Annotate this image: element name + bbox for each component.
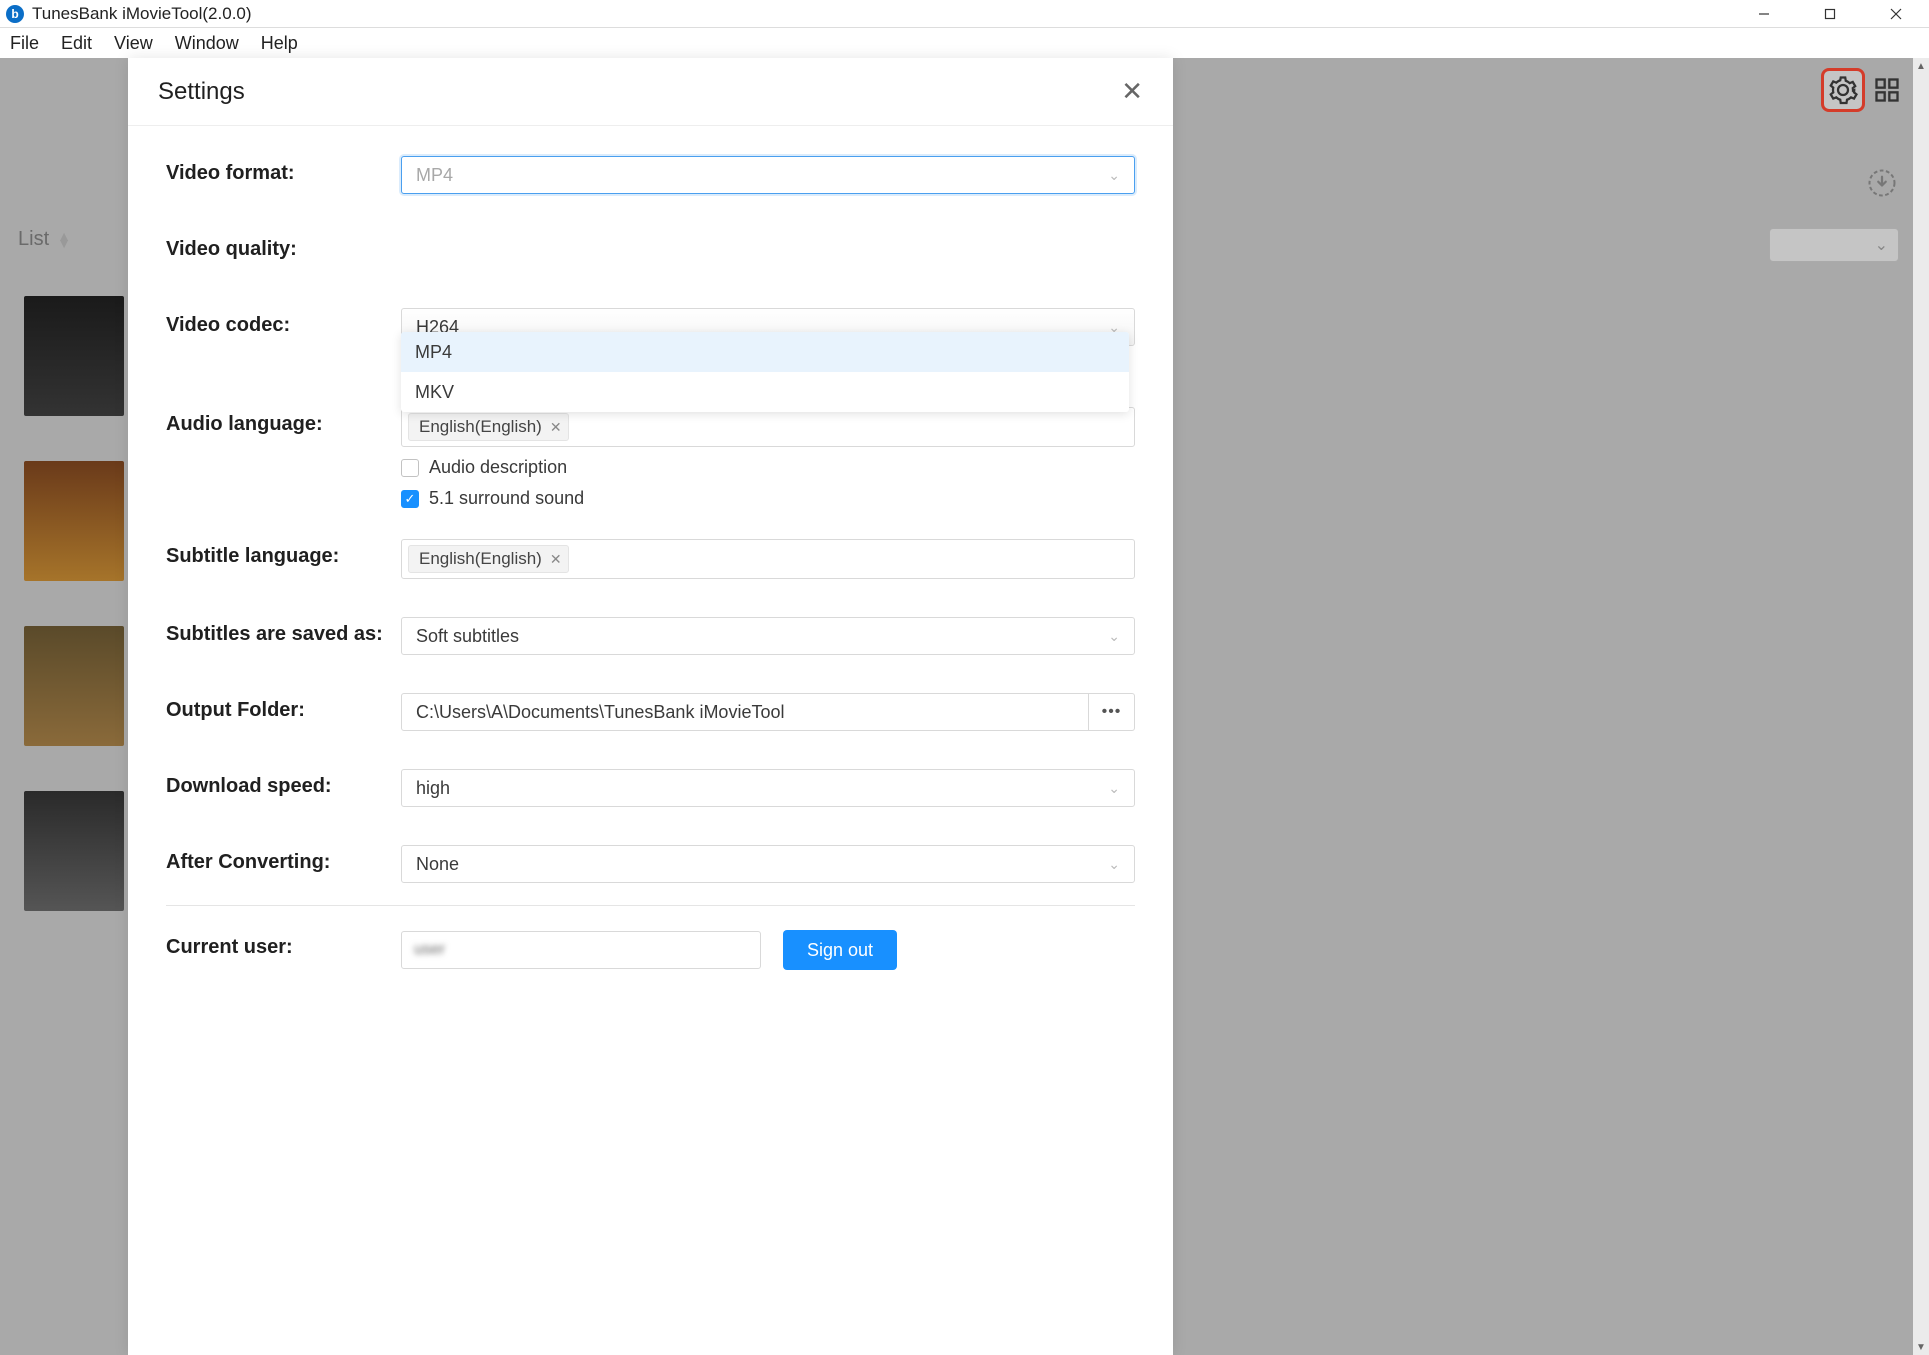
video-format-select[interactable]: MP4 ⌄	[401, 156, 1135, 194]
menu-help[interactable]: Help	[261, 33, 298, 54]
gear-icon	[1828, 75, 1858, 105]
maximize-button[interactable]	[1797, 0, 1863, 28]
sort-icon: ▲▼	[57, 233, 71, 247]
remove-tag-icon[interactable]: ✕	[550, 419, 562, 436]
label-video-codec: Video codec:	[166, 308, 401, 337]
sign-out-button[interactable]: Sign out	[783, 930, 897, 970]
video-thumbnails	[24, 296, 124, 911]
settings-close-button[interactable]: ✕	[1121, 76, 1143, 107]
after-converting-value: None	[416, 854, 459, 875]
video-format-value: MP4	[416, 165, 453, 186]
ellipsis-icon: •••	[1102, 703, 1122, 721]
settings-gear-button[interactable]	[1821, 68, 1865, 112]
grid-icon	[1873, 76, 1901, 104]
menubar: File Edit View Window Help	[0, 28, 1929, 58]
chevron-down-icon: ⌄	[1108, 780, 1120, 797]
video-format-option-mkv[interactable]: MKV	[401, 372, 1129, 412]
settings-header: Settings ✕	[128, 58, 1173, 126]
minimize-icon	[1758, 8, 1770, 20]
grid-view-button[interactable]	[1869, 72, 1905, 108]
video-thumbnail[interactable]	[24, 626, 124, 746]
scroll-up-icon[interactable]: ▲	[1913, 58, 1929, 74]
chevron-down-icon: ⌄	[1108, 628, 1120, 645]
video-format-option-mp4[interactable]: MP4	[401, 332, 1129, 372]
divider	[166, 905, 1135, 906]
maximize-icon	[1824, 8, 1836, 20]
audio-language-input[interactable]: English(English) ✕	[401, 407, 1135, 447]
menu-window[interactable]: Window	[175, 33, 239, 54]
video-format-dropdown: MP4 MKV	[401, 332, 1129, 412]
subtitle-language-tag: English(English) ✕	[408, 545, 569, 573]
current-user-display: user	[401, 931, 761, 969]
download-icon	[1867, 168, 1897, 198]
label-current-user: Current user:	[166, 930, 401, 959]
window-controls	[1731, 0, 1929, 28]
settings-modal: Settings ✕ Video format: MP4 ⌄ Video qua…	[128, 58, 1173, 1355]
label-output-folder: Output Folder:	[166, 693, 401, 722]
download-speed-select[interactable]: high ⌄	[401, 769, 1135, 807]
output-folder-value: C:\Users\A\Documents\TunesBank iMovieToo…	[416, 702, 784, 723]
remove-tag-icon[interactable]: ✕	[550, 551, 562, 568]
output-folder-input[interactable]: C:\Users\A\Documents\TunesBank iMovieToo…	[401, 693, 1089, 731]
audio-language-tag: English(English) ✕	[408, 413, 569, 441]
browse-folder-button[interactable]: •••	[1089, 693, 1135, 731]
menu-view[interactable]: View	[114, 33, 153, 54]
surround-checkbox[interactable]: ✓	[401, 490, 419, 508]
label-video-quality: Video quality:	[166, 232, 401, 261]
scroll-down-icon[interactable]: ▼	[1913, 1339, 1929, 1355]
window-title: TunesBank iMovieTool(2.0.0)	[32, 4, 252, 24]
close-button[interactable]	[1863, 0, 1929, 28]
filter-dropdown[interactable]: ⌄	[1769, 228, 1899, 262]
chevron-down-icon: ⌄	[1108, 167, 1120, 184]
label-video-format: Video format:	[166, 156, 401, 185]
surround-label: 5.1 surround sound	[429, 488, 584, 509]
video-thumbnail[interactable]	[24, 296, 124, 416]
minimize-button[interactable]	[1731, 0, 1797, 28]
list-sort-label[interactable]: List ▲▼	[18, 228, 71, 251]
subtitles-saved-as-select[interactable]: Soft subtitles ⌄	[401, 617, 1135, 655]
audio-description-label: Audio description	[429, 457, 567, 478]
menu-edit[interactable]: Edit	[61, 33, 92, 54]
label-subtitle-language: Subtitle language:	[166, 539, 401, 568]
settings-title: Settings	[158, 78, 245, 106]
chevron-down-icon: ⌄	[1875, 235, 1888, 255]
video-thumbnail[interactable]	[24, 791, 124, 911]
label-after-converting: After Converting:	[166, 845, 401, 874]
label-audio-language: Audio language:	[166, 407, 401, 436]
video-thumbnail[interactable]	[24, 461, 124, 581]
app-icon: b	[6, 5, 24, 23]
label-download-speed: Download speed:	[166, 769, 401, 798]
audio-description-checkbox[interactable]	[401, 459, 419, 477]
label-subtitles-saved-as: Subtitles are saved as:	[166, 617, 401, 646]
download-speed-value: high	[416, 778, 450, 799]
chevron-down-icon: ⌄	[1108, 856, 1120, 873]
subtitle-language-input[interactable]: English(English) ✕	[401, 539, 1135, 579]
after-converting-select[interactable]: None ⌄	[401, 845, 1135, 883]
download-all-button[interactable]	[1865, 166, 1899, 200]
titlebar: b TunesBank iMovieTool(2.0.0)	[0, 0, 1929, 28]
subtitles-saved-as-value: Soft subtitles	[416, 626, 519, 647]
close-icon	[1890, 8, 1902, 20]
vertical-scrollbar[interactable]: ▲ ▼	[1913, 58, 1929, 1355]
menu-file[interactable]: File	[10, 33, 39, 54]
